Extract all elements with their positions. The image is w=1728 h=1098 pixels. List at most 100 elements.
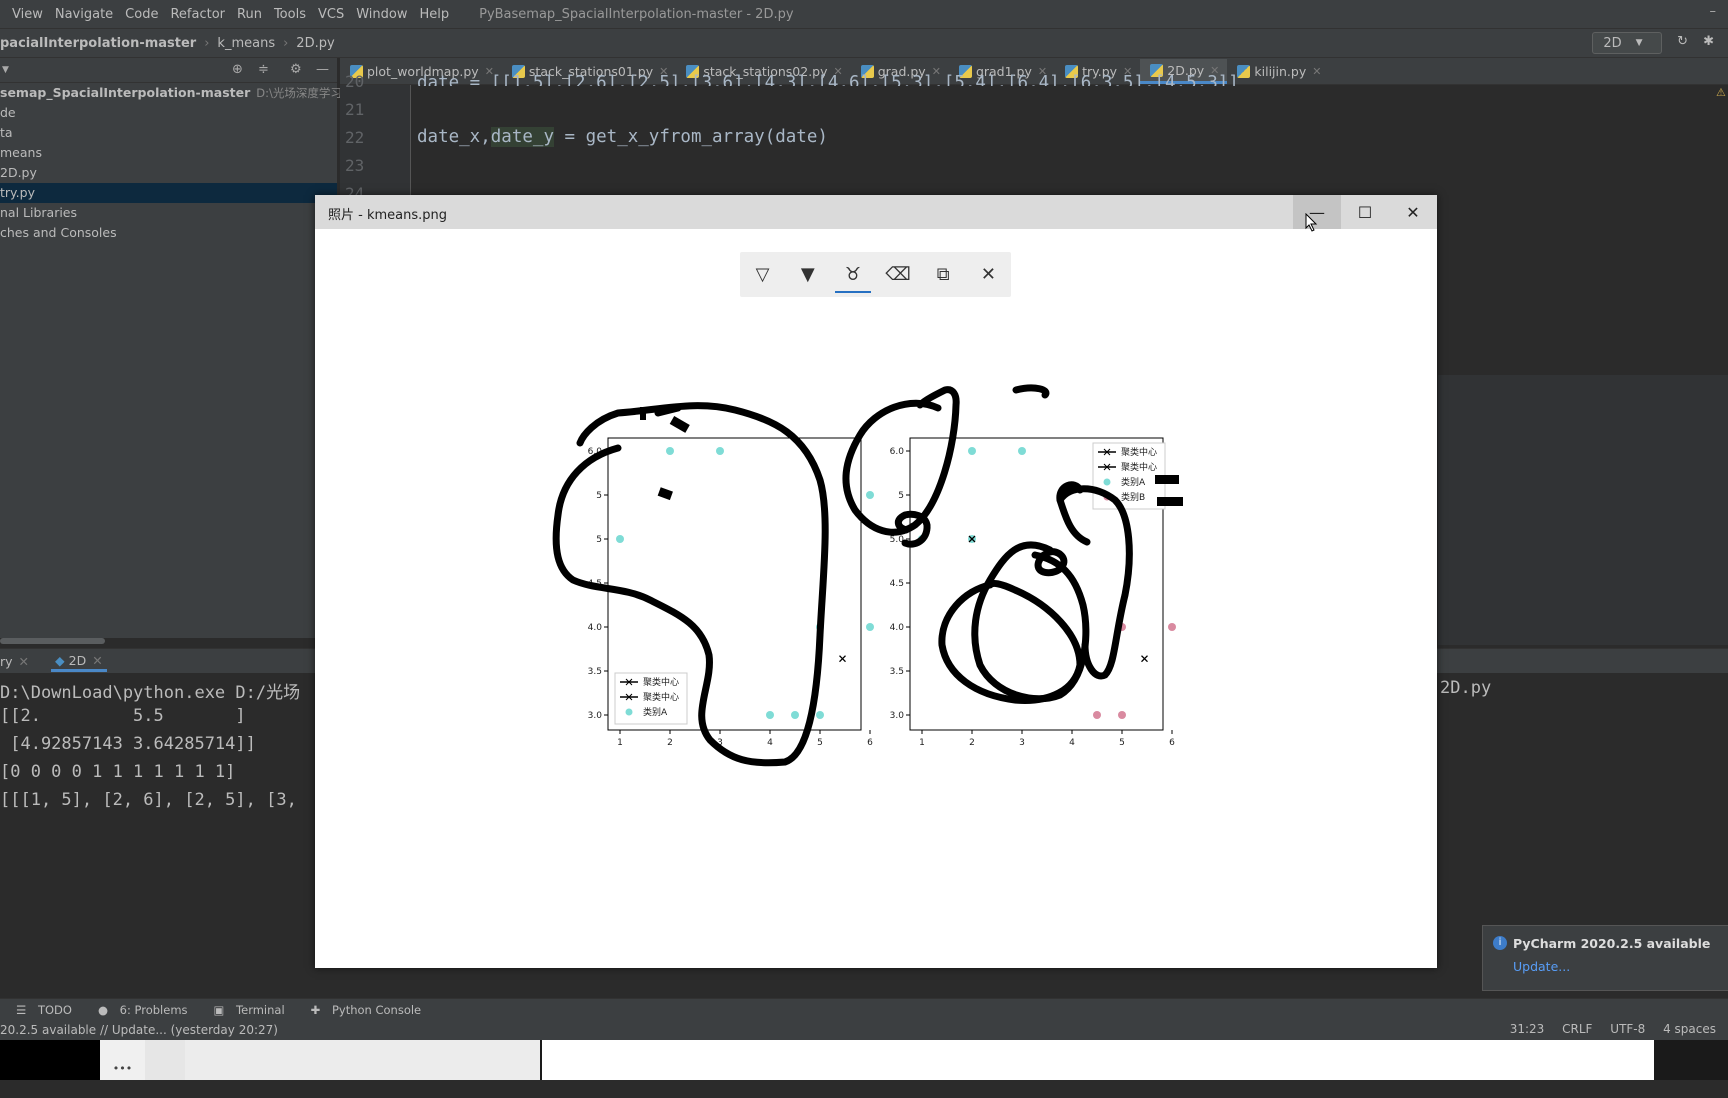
tree-item[interactable]: nal Libraries	[0, 203, 337, 223]
chevron-down-icon: ▼	[1635, 38, 1643, 48]
menu-run[interactable]: Run	[237, 7, 262, 22]
line-separator[interactable]: CRLF	[1562, 1022, 1592, 1036]
menu-navigate[interactable]: Navigate	[55, 7, 113, 22]
rerun-icon[interactable]: ↻	[1677, 34, 1688, 49]
window-minimize-icon[interactable]: –	[1710, 4, 1717, 19]
ink-mark	[657, 487, 673, 501]
legend-label: 类别A	[643, 706, 668, 718]
tool-label: 6: Problems	[119, 1003, 188, 1017]
code-token: date_x	[417, 127, 481, 147]
breadcrumb-separator: ›	[204, 35, 210, 51]
taskbar-item[interactable]	[145, 1040, 185, 1080]
menu-refactor[interactable]: Refactor	[170, 7, 225, 22]
legend-label: 类别B	[1121, 491, 1145, 503]
locate-icon[interactable]: ⊕	[232, 62, 243, 77]
data-point	[666, 447, 674, 455]
data-point	[866, 491, 874, 499]
y-tick-label: 5	[898, 491, 904, 501]
data-point	[1118, 711, 1126, 719]
menu-vcs[interactable]: VCS	[318, 7, 344, 22]
breadcrumb: pacialInterpolation-master › k_means › 2…	[0, 28, 1728, 58]
project-panel: ▼ ⊕ ≑ ⚙ — semap_SpacialInterpolation-mas…	[0, 58, 369, 638]
line-number: 21	[345, 100, 365, 119]
ink-mark	[640, 407, 646, 420]
y-tick-label: 5	[596, 535, 602, 545]
menu-view[interactable]: View	[12, 7, 43, 22]
problems-button[interactable]: ● 6: Problems	[90, 1003, 188, 1017]
line-number: 20	[345, 72, 365, 91]
tree-root[interactable]: semap_SpacialInterpolation-master D:\光场深度…	[0, 83, 369, 103]
status-right: 31:23 CRLF UTF-8 4 spaces	[1496, 1022, 1716, 1036]
x-tick-label: 2	[969, 738, 975, 748]
todo-button[interactable]: ☰ TODO	[8, 1003, 72, 1017]
editor-right-pane	[1438, 375, 1728, 645]
menu-tools[interactable]: Tools	[274, 7, 306, 22]
console-line-end: 2D.py	[1440, 678, 1492, 698]
tree-item[interactable]: de	[0, 103, 337, 123]
gear-icon[interactable]: ⚙	[290, 62, 302, 77]
ink-stroke	[654, 404, 682, 417]
tree-item-try-py[interactable]: try.py	[0, 183, 337, 203]
cluster-center-marker	[839, 655, 846, 663]
x-tick-label: 4	[767, 738, 773, 748]
menu-help[interactable]: Help	[419, 7, 449, 22]
taskbar-item[interactable]	[185, 1040, 540, 1080]
collapse-icon[interactable]: ≑	[258, 62, 269, 77]
run-config-label: 2D	[1603, 35, 1622, 51]
x-tick-label: 4	[1069, 738, 1075, 748]
close-icon[interactable]: ✕	[19, 654, 29, 669]
start-area[interactable]	[0, 1040, 100, 1080]
y-tick-label: 4.0	[890, 623, 905, 633]
menu-code[interactable]: Code	[125, 7, 158, 22]
update-notification: i PyCharm 2020.2.5 available Update...	[1482, 925, 1728, 991]
terminal-button[interactable]: ▣ Terminal	[206, 1003, 285, 1017]
tree-item[interactable]: ta	[0, 123, 337, 143]
code-line-22: date_x,date_y = get_x_yfrom_array(date)	[417, 127, 828, 147]
chevron-down-icon[interactable]: ▼	[2, 65, 9, 75]
close-icon[interactable]: ✕	[1312, 65, 1321, 78]
y-tick-label: 3.0	[890, 711, 905, 721]
breadcrumb-file[interactable]: 2D.py	[296, 36, 334, 51]
data-point	[816, 711, 824, 719]
tree-item[interactable]: ches and Consoles	[0, 223, 337, 243]
more-icon[interactable]: •••	[100, 1040, 145, 1080]
project-scrollbar[interactable]	[0, 638, 105, 644]
code-line-20: date = [[1,5],[2,6],[2,5],[3,6],[4,3],[4…	[417, 73, 1239, 86]
indent-setting[interactable]: 4 spaces	[1663, 1022, 1716, 1036]
run-tab-try[interactable]: ry ✕	[0, 654, 29, 669]
python-icon: ✚	[310, 1003, 321, 1017]
breadcrumb-folder[interactable]: k_means	[217, 36, 275, 51]
y-tick-label: 4.5	[890, 579, 904, 589]
run-config-select[interactable]: 2D ▼	[1592, 32, 1662, 54]
close-icon[interactable]: ✕	[92, 653, 102, 668]
breadcrumb-project[interactable]: pacialInterpolation-master	[0, 36, 196, 51]
kmeans-image: 1 2 3 4 5 63.03.54.04.5556.0聚类中心聚类中心类别A 12345…	[552, 384, 1183, 767]
y-tick-label: 5	[596, 491, 602, 501]
data-point	[791, 711, 799, 719]
notification-title: PyCharm 2020.2.5 available	[1513, 936, 1711, 951]
file-encoding[interactable]: UTF-8	[1610, 1022, 1645, 1036]
status-message[interactable]: 20.2.5 available // Update... (yesterday…	[0, 1023, 278, 1037]
menu-window[interactable]: Window	[356, 7, 407, 22]
legend-label: 聚类中心	[643, 676, 679, 688]
tree-item[interactable]: means	[0, 143, 337, 163]
run-tab-2d[interactable]: ◆ 2D ✕	[51, 651, 107, 672]
console-line: [[[1, 5], [2, 6], [2, 5], [3,	[0, 790, 297, 810]
taskbar-item[interactable]	[542, 1040, 1654, 1080]
tab-kilijin[interactable]: kilijin.py ✕	[1227, 59, 1329, 84]
update-link[interactable]: Update...	[1513, 959, 1570, 974]
hide-icon[interactable]: —	[316, 62, 329, 77]
debug-icon[interactable]: ✱	[1703, 34, 1714, 49]
ink-stroke	[552, 402, 829, 767]
x-tick-label: 1	[919, 738, 925, 748]
python-file-icon: ◆	[55, 652, 65, 668]
legend-label: 聚类中心	[1121, 461, 1157, 473]
code-token: = get_x_yfrom_array(date)	[553, 127, 828, 147]
data-point	[1093, 711, 1101, 719]
caret-position[interactable]: 31:23	[1510, 1022, 1545, 1036]
legend-label: 聚类中心	[643, 691, 679, 703]
data-point	[1018, 447, 1026, 455]
tree-item-2d-py[interactable]: 2D.py	[0, 163, 337, 183]
warning-icon[interactable]: ⚠	[1716, 86, 1726, 99]
python-console-button[interactable]: ✚ Python Console	[303, 1003, 421, 1017]
